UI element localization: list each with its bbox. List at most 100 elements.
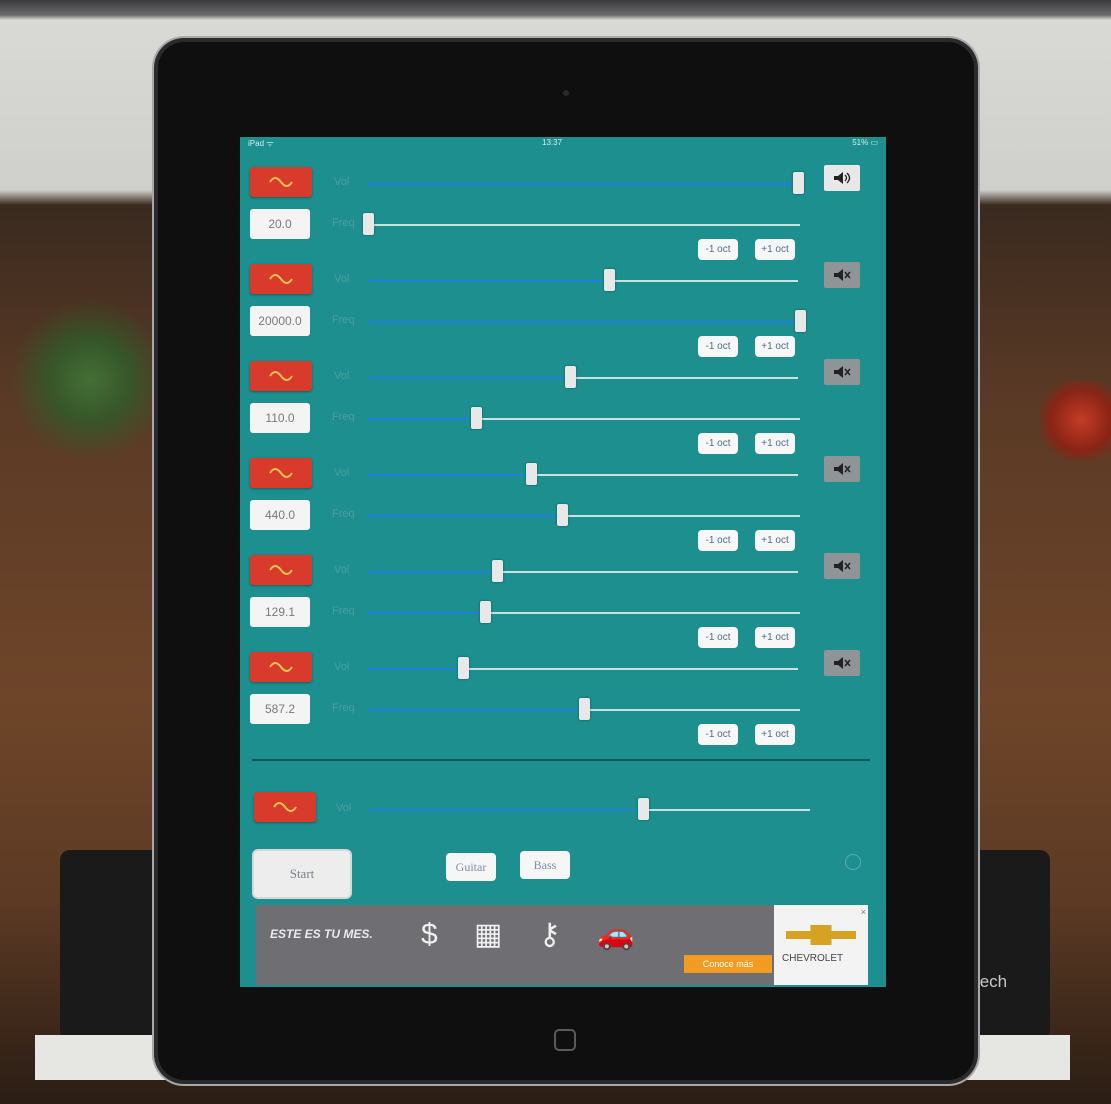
octave-up-button[interactable]: +1 oct xyxy=(755,336,795,357)
waveform-button[interactable] xyxy=(250,652,312,682)
slider-fill xyxy=(368,474,532,476)
speaker-muted-icon xyxy=(834,269,851,281)
octave-down-button[interactable]: -1 oct xyxy=(698,336,738,357)
vol-slider[interactable] xyxy=(368,560,798,582)
vol-slider[interactable] xyxy=(368,172,804,194)
sine-wave-icon xyxy=(269,662,293,672)
background-object xyxy=(0,300,160,460)
mute-toggle[interactable] xyxy=(824,456,860,482)
vol-slider[interactable] xyxy=(368,463,798,485)
speaker-muted-icon xyxy=(834,366,851,378)
sine-wave-icon xyxy=(273,802,297,812)
sine-wave-icon xyxy=(269,274,293,284)
octave-up-button[interactable]: +1 oct xyxy=(755,724,795,745)
mute-toggle[interactable] xyxy=(824,165,860,191)
slider-fill xyxy=(368,612,485,614)
octave-down-button[interactable]: -1 oct xyxy=(698,530,738,551)
ad-brand: CHEVROLET xyxy=(782,953,844,964)
guitar-button[interactable]: Guitar xyxy=(446,853,496,881)
octave-up-button[interactable]: +1 oct xyxy=(755,530,795,551)
slider-fill xyxy=(368,668,463,670)
octave-down-button[interactable]: -1 oct xyxy=(698,627,738,648)
octave-down-button[interactable]: -1 oct xyxy=(698,239,738,260)
octave-up-button[interactable]: +1 oct xyxy=(755,239,795,260)
ad-headline: ESTE ES TU MES. xyxy=(270,927,373,941)
freq-field[interactable]: 20.0 xyxy=(250,209,310,239)
slider-thumb[interactable] xyxy=(565,366,577,388)
mute-toggle[interactable] xyxy=(824,650,860,676)
bass-button[interactable]: Bass xyxy=(520,851,570,879)
vol-slider[interactable] xyxy=(368,269,798,291)
freq-field[interactable]: 20000.0 xyxy=(250,306,310,336)
vol-label: Vol xyxy=(334,370,350,382)
freq-slider[interactable] xyxy=(363,213,800,235)
start-button[interactable]: Start xyxy=(254,851,350,897)
octave-down-button[interactable]: -1 oct xyxy=(698,433,738,454)
waveform-button[interactable] xyxy=(250,458,312,488)
slider-fill xyxy=(368,515,563,517)
mute-toggle[interactable] xyxy=(824,553,860,579)
stand-brand-text: tech xyxy=(975,972,1008,991)
slider-thumb[interactable] xyxy=(492,560,503,582)
vol-label: Vol xyxy=(334,176,350,188)
ad-banner[interactable]: ESTE ES TU MES. $ ▦ ⚷ 🚗 Conoce más CHEVR… xyxy=(256,905,868,985)
slider-thumb[interactable] xyxy=(457,657,469,679)
master-waveform-button[interactable] xyxy=(254,792,316,822)
mute-toggle[interactable] xyxy=(824,359,860,385)
slider-thumb[interactable] xyxy=(363,213,374,235)
app-screen: iPad ᯤ 13:37 51% ▭ Vol 20.0 Freq -1 oct +1… xyxy=(240,137,886,987)
waveform-button[interactable] xyxy=(250,555,312,585)
freq-field[interactable]: 110.0 xyxy=(250,403,310,433)
slider-thumb[interactable] xyxy=(579,698,590,720)
freq-slider[interactable] xyxy=(368,504,800,526)
master-vol-slider[interactable] xyxy=(370,798,810,820)
sine-wave-icon xyxy=(269,371,293,381)
slider-fill xyxy=(368,709,584,711)
octave-down-button[interactable]: -1 oct xyxy=(698,724,738,745)
tablet-device: iPad ᯤ 13:37 51% ▭ Vol 20.0 Freq -1 oct +1… xyxy=(158,42,974,1080)
ad-cta-button[interactable]: Conoce más xyxy=(684,955,772,973)
waveform-button[interactable] xyxy=(250,167,312,197)
slider-thumb[interactable] xyxy=(603,269,615,291)
slider-thumb[interactable] xyxy=(471,407,482,429)
ad-icons: $ ▦ ⚷ 🚗 xyxy=(421,918,649,951)
waveform-button[interactable] xyxy=(250,264,312,294)
slider-thumb[interactable] xyxy=(557,504,569,526)
slider-fill xyxy=(368,321,800,323)
mute-toggle[interactable] xyxy=(824,262,860,288)
speaker-muted-icon xyxy=(834,463,851,475)
freq-field[interactable]: 587.2 xyxy=(250,694,310,724)
speaker-on-icon xyxy=(834,172,851,184)
freq-field[interactable]: 440.0 xyxy=(250,500,310,530)
speaker-muted-icon xyxy=(834,560,851,572)
home-button[interactable] xyxy=(554,1029,576,1051)
ad-close-icon[interactable]: × xyxy=(861,907,866,917)
freq-slider[interactable] xyxy=(368,601,800,623)
slider-thumb[interactable] xyxy=(526,463,538,485)
slider-fill xyxy=(368,280,609,282)
freq-slider[interactable] xyxy=(368,310,806,332)
freq-label: Freq xyxy=(332,411,355,423)
slider-thumb[interactable] xyxy=(793,172,804,194)
slider-fill xyxy=(370,809,643,811)
slider-thumb[interactable] xyxy=(479,601,491,623)
vol-slider[interactable] xyxy=(368,366,798,388)
info-icon[interactable] xyxy=(845,854,861,870)
ad-logo: CHEVROLET × xyxy=(774,905,868,985)
waveform-button[interactable] xyxy=(250,361,312,391)
octave-up-button[interactable]: +1 oct xyxy=(755,627,795,648)
slider-fill xyxy=(368,183,798,185)
vol-slider[interactable] xyxy=(368,657,798,679)
freq-field[interactable]: 129.1 xyxy=(250,597,310,627)
freq-label: Freq xyxy=(332,217,355,229)
clock: 13:37 xyxy=(542,138,563,147)
slider-fill xyxy=(368,418,476,420)
slider-thumb[interactable] xyxy=(637,798,649,820)
freq-slider[interactable] xyxy=(368,698,800,720)
slider-thumb[interactable] xyxy=(795,310,806,332)
freq-label: Freq xyxy=(332,508,355,520)
octave-up-button[interactable]: +1 oct xyxy=(755,433,795,454)
freq-slider[interactable] xyxy=(368,407,800,429)
status-bar: iPad ᯤ 13:37 51% ▭ xyxy=(240,137,886,149)
slider-fill xyxy=(368,377,571,379)
